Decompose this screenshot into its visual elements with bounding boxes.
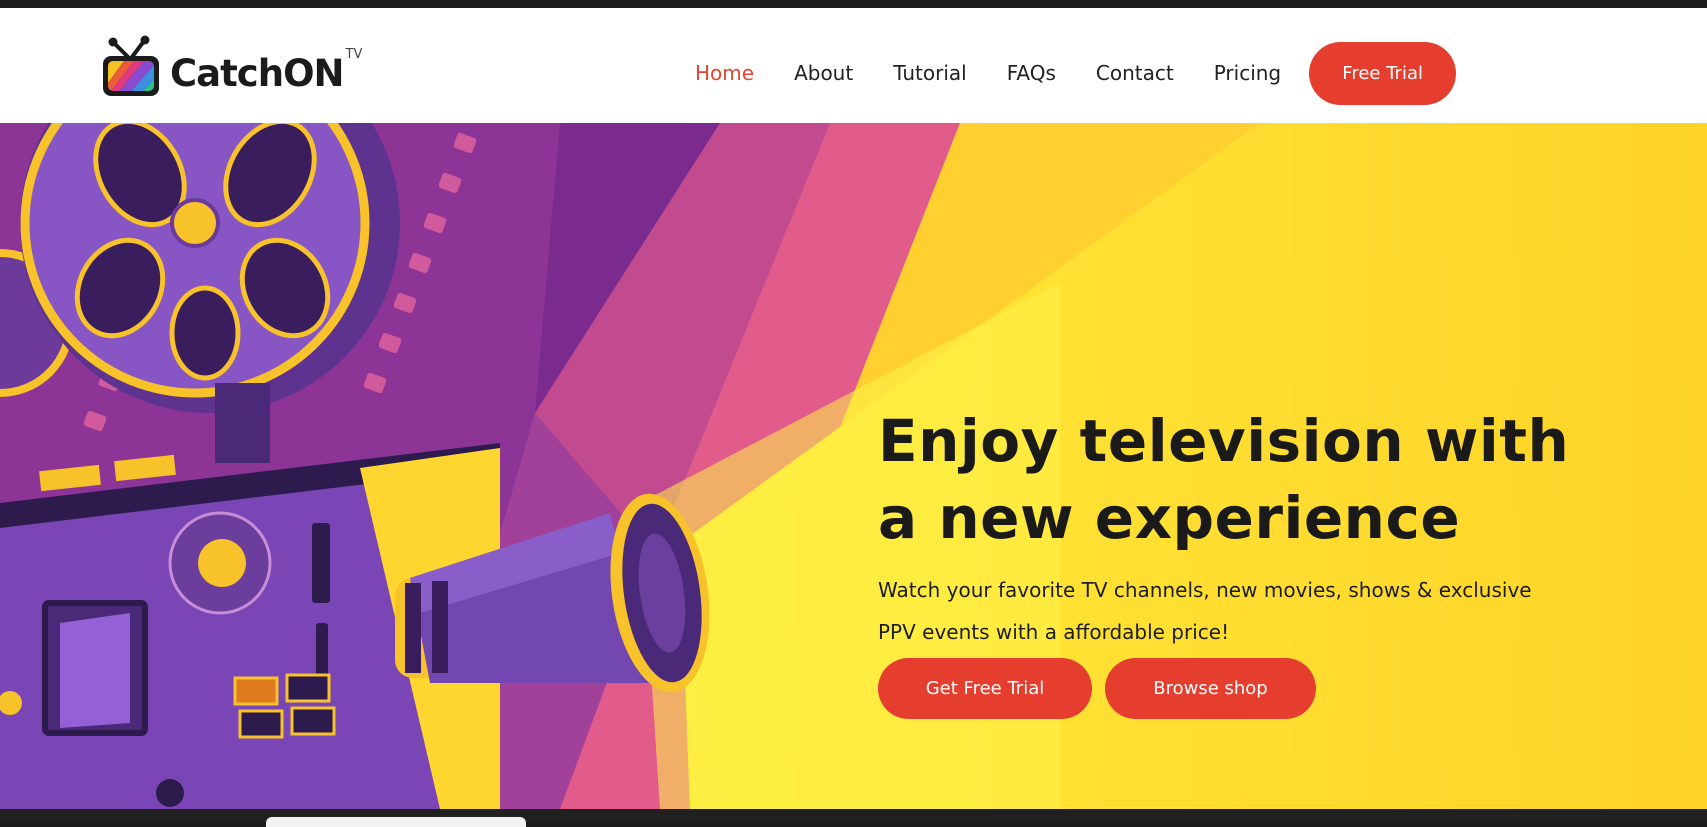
main-nav: Home About Tutorial FAQs Contact Pricing… <box>695 41 1457 105</box>
get-free-trial-button[interactable]: Get Free Trial <box>878 658 1092 719</box>
free-trial-button[interactable]: Free Trial <box>1309 41 1457 105</box>
browser-bottom-strip <box>0 809 1707 827</box>
hero-title-line-1: Enjoy television with <box>878 407 1570 475</box>
browser-top-strip <box>0 0 1707 8</box>
nav-tutorial[interactable]: Tutorial <box>893 61 967 85</box>
site-logo[interactable]: CatchON TV <box>100 32 362 100</box>
tv-logo-icon <box>103 35 159 96</box>
hero-title: Enjoy television with a new experience <box>878 403 1598 557</box>
nav-contact[interactable]: Contact <box>1096 61 1174 85</box>
hero-content: Enjoy television with a new experience W… <box>878 403 1598 653</box>
nav-faqs[interactable]: FAQs <box>1007 61 1056 85</box>
hero-actions: Get Free Trial Browse shop <box>878 658 1316 719</box>
nav-about[interactable]: About <box>794 61 853 85</box>
brand-suffix: TV <box>345 46 363 62</box>
hero-title-line-2: a new experience <box>878 484 1461 552</box>
browse-shop-button[interactable]: Browse shop <box>1105 658 1316 719</box>
hero-banner: Enjoy television with a new experience W… <box>0 123 1707 809</box>
nav-pricing[interactable]: Pricing <box>1214 61 1281 85</box>
site-header: CatchON TV Home About Tutorial FAQs Cont… <box>0 8 1707 123</box>
brand-name: CatchON <box>170 51 345 95</box>
hero-subtitle: Watch your favorite TV channels, new mov… <box>878 578 1532 644</box>
nav-home[interactable]: Home <box>695 61 754 85</box>
bottom-tab-edge <box>266 817 526 827</box>
